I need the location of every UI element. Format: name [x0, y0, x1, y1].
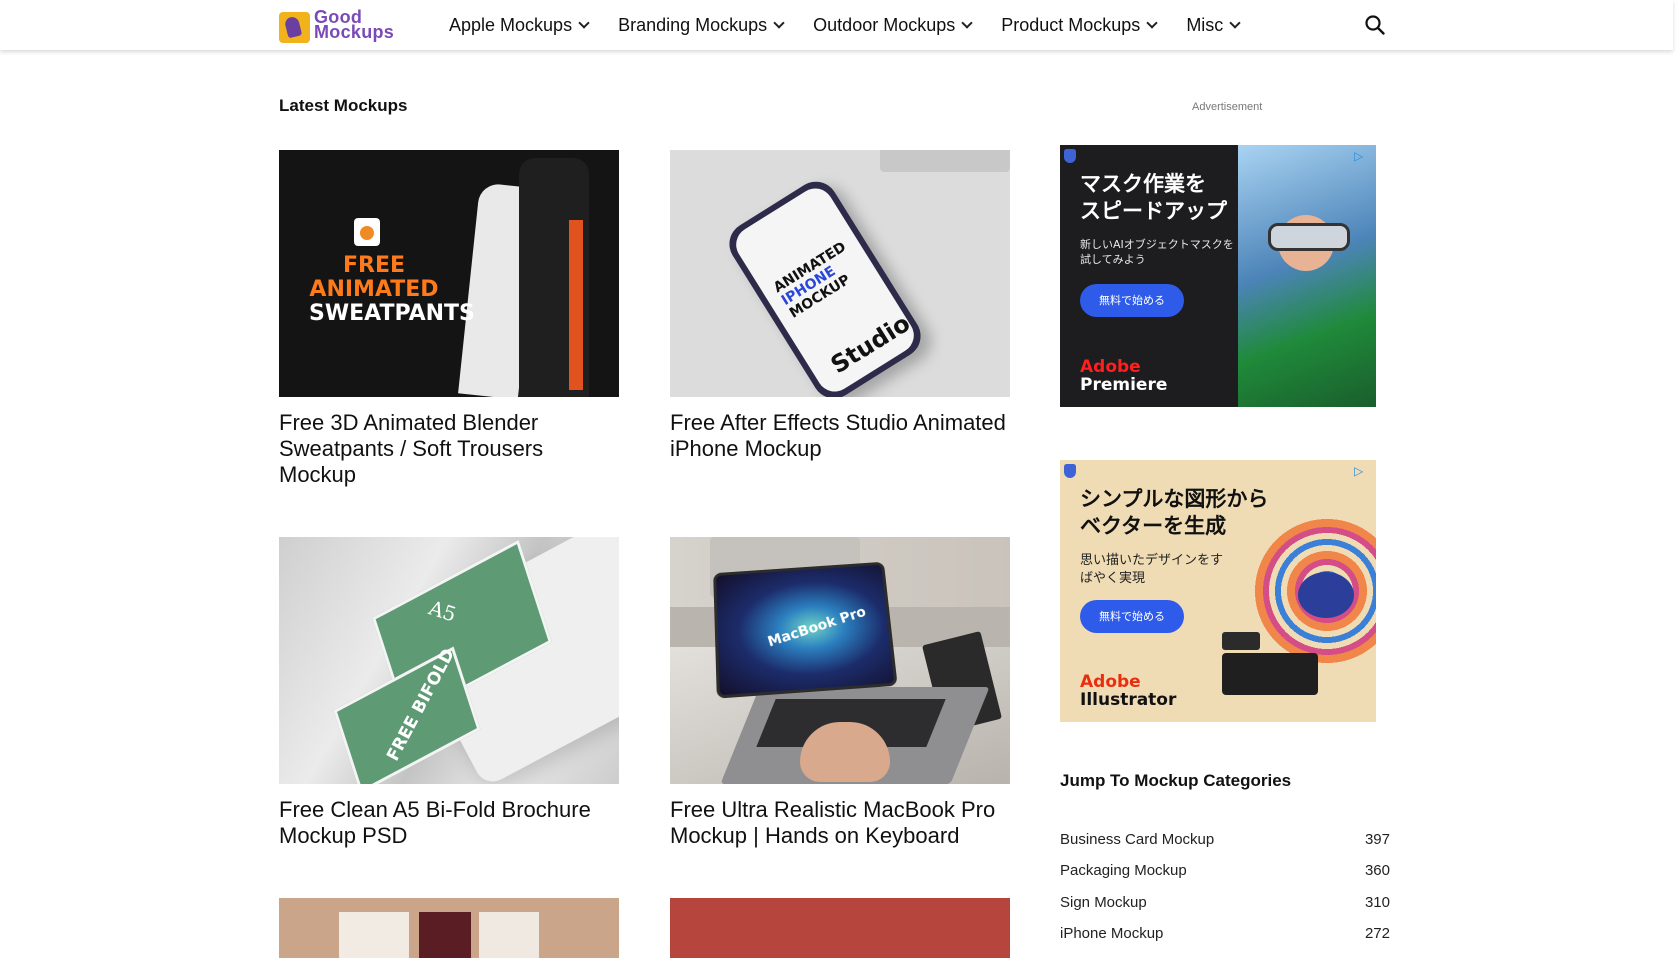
iphone-screen: ANIMATED IPHONE MOCKUP Studio: [729, 182, 920, 397]
category-count: 360: [1365, 862, 1390, 879]
ad-cta-button[interactable]: 無料で始める: [1080, 284, 1184, 317]
category-name: Packaging Mockup: [1060, 862, 1187, 879]
logo-line-2: Mockups: [314, 25, 394, 40]
category-name: Sign Mockup: [1060, 894, 1147, 911]
ad-headline-line: マスク作業を: [1080, 171, 1227, 198]
thumbnail-line: Studio: [826, 309, 915, 379]
card-title[interactable]: Free After Effects Studio Animated iPhon…: [670, 410, 1010, 462]
ad-headline: シンプルな図形から ベクターを生成: [1080, 486, 1268, 540]
category-name: iPhone Mockup: [1060, 925, 1163, 942]
ad-banner-premiere[interactable]: ▷ マスク作業を スピードアップ 新しいAIオブジェクトマスクを試してみよう 無料…: [1060, 145, 1376, 407]
card-title[interactable]: Free Ultra Realistic MacBook Pro Mockup …: [670, 797, 1010, 849]
categories-title: Jump To Mockup Categories: [1060, 771, 1291, 791]
pant-stripe: [569, 220, 583, 390]
ad-headline-line: スピードアップ: [1080, 198, 1227, 225]
card-title[interactable]: Free 3D Animated Blender Sweatpants / So…: [279, 410, 619, 488]
thumbnail-line: SWEATPANTS: [309, 302, 439, 326]
blender-badge-icon: [354, 218, 380, 246]
ad-choices-icon[interactable]: ▷: [1354, 149, 1368, 163]
category-link[interactable]: Packaging Mockup 360: [1060, 862, 1390, 882]
book-cover: [419, 912, 471, 958]
ad-headline-line: シンプルな図形から: [1080, 486, 1268, 513]
mockup-card[interactable]: ANIMATED IPHONE MOCKUP Studio Free After E…: [670, 150, 1010, 462]
card-thumbnail[interactable]: ANIMATED IPHONE MOCKUP Studio: [670, 150, 1010, 397]
nav-misc[interactable]: Misc: [1186, 15, 1239, 36]
laptop-display: MacBook Pro: [713, 562, 897, 699]
category-link[interactable]: iPhone Mockup 272: [1060, 925, 1390, 945]
card-thumbnail[interactable]: [279, 898, 619, 958]
nav-label: Outdoor Mockups: [813, 15, 955, 36]
advertisement-label: Advertisement: [1192, 101, 1262, 113]
chevron-down-icon: [1230, 17, 1241, 28]
ad-headline-line: ベクターを生成: [1080, 513, 1268, 540]
nav-label: Product Mockups: [1001, 15, 1140, 36]
card-thumbnail[interactable]: A5 FREE BIFOLD: [279, 537, 619, 784]
book-cover: [339, 912, 409, 958]
chevron-down-icon: [962, 17, 973, 28]
ad-shield-icon: [1064, 464, 1076, 478]
ad-brand-line: Illustrator: [1080, 691, 1176, 709]
search-icon[interactable]: [1364, 14, 1386, 36]
category-count: 397: [1365, 831, 1390, 848]
nav-label: Misc: [1186, 15, 1223, 36]
thumbnail-text: FREE ANIMATED SWEATPANTS: [309, 254, 439, 326]
site-logo[interactable]: Good Mockups: [279, 10, 413, 43]
ad-brand-line: Adobe: [1080, 673, 1176, 691]
ad-generate-chip: [1222, 632, 1260, 650]
ad-subtext: 新しいAIオブジェクトマスクを試してみよう: [1080, 237, 1240, 267]
ad-variations-panel: [1222, 653, 1318, 695]
chevron-down-icon: [1147, 17, 1158, 28]
mockup-card[interactable]: A5 FREE BIFOLD Free Clean A5 Bi-Fold Bro…: [279, 537, 619, 849]
chevron-down-icon: [774, 17, 785, 28]
category-name: Business Card Mockup: [1060, 831, 1214, 848]
ad-choices-icon[interactable]: ▷: [1354, 464, 1368, 478]
mockup-card[interactable]: FREE ANIMATED SWEATPANTS Free 3D Animated…: [279, 150, 619, 488]
mockup-card[interactable]: [670, 898, 1010, 958]
ad-cta-button[interactable]: 無料で始める: [1080, 600, 1184, 633]
ad-banner-illustrator[interactable]: ▷ シンプルな図形から ベクターを生成 思い描いたデザインをすばやく実現 無料で始…: [1060, 460, 1376, 722]
category-link[interactable]: Sign Mockup 310: [1060, 894, 1390, 914]
ad-shield-icon: [1064, 149, 1076, 163]
card-thumbnail[interactable]: FREE ANIMATED SWEATPANTS: [279, 150, 619, 397]
ad-headline: マスク作業を スピードアップ: [1080, 171, 1227, 225]
card-thumbnail[interactable]: MacBook Pro: [670, 537, 1010, 784]
ad-snowboarder-photo: [1238, 145, 1376, 407]
logo-text: Good Mockups: [314, 10, 394, 40]
nav-outdoor-mockups[interactable]: Outdoor Mockups: [813, 15, 971, 36]
ad-spiral-center: [1298, 572, 1354, 618]
ad-brand-line: Adobe: [1080, 358, 1167, 376]
mockup-card[interactable]: MacBook Pro Free Ultra Realistic MacBook…: [670, 537, 1010, 849]
nav-product-mockups[interactable]: Product Mockups: [1001, 15, 1156, 36]
nav-label: Branding Mockups: [618, 15, 767, 36]
ad-brand: Adobe Illustrator: [1080, 673, 1176, 709]
iphone-device: ANIMATED IPHONE MOCKUP Studio: [721, 173, 929, 397]
book-cover: [479, 912, 539, 958]
ad-brand: Adobe Premiere: [1080, 358, 1167, 394]
chevron-down-icon: [578, 17, 589, 28]
nav-branding-mockups[interactable]: Branding Mockups: [618, 15, 783, 36]
site-header: Good Mockups Apple Mockups Branding Mock…: [0, 0, 1673, 50]
nav-label: Apple Mockups: [449, 15, 572, 36]
card-thumbnail[interactable]: [670, 898, 1010, 958]
keyboard-edge: [880, 150, 1010, 172]
category-count: 310: [1365, 894, 1390, 911]
nav-apple-mockups[interactable]: Apple Mockups: [449, 15, 588, 36]
mockup-card[interactable]: [279, 898, 619, 958]
category-count: 272: [1365, 925, 1390, 942]
category-link[interactable]: Business Card Mockup 397: [1060, 831, 1390, 851]
thumbnail-text: ANIMATED IPHONE MOCKUP: [771, 240, 865, 322]
section-title: Latest Mockups: [279, 96, 407, 116]
ad-brand-line: Premiere: [1080, 376, 1167, 394]
ad-subtext: 思い描いたデザインをすばやく実現: [1080, 552, 1230, 588]
thumbnail-line: FREE ANIMATED: [309, 254, 439, 302]
main-nav: Apple Mockups Branding Mockups Outdoor M…: [449, 0, 1269, 50]
logo-hand-icon: [279, 12, 310, 43]
card-title[interactable]: Free Clean A5 Bi-Fold Brochure Mockup PS…: [279, 797, 619, 849]
